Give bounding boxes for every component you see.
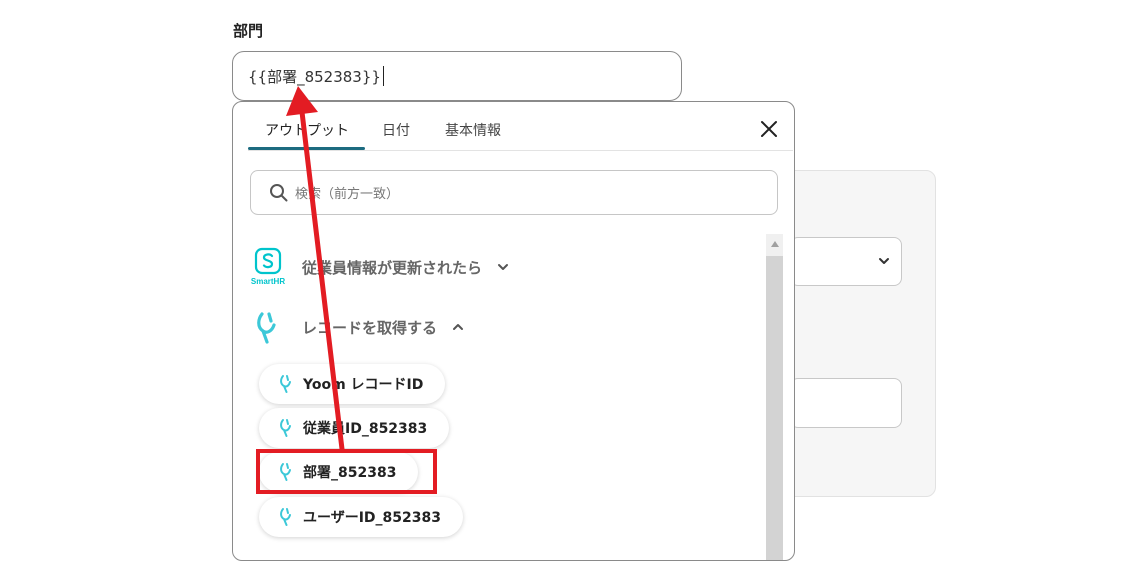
annotation-arrow-icon xyxy=(286,86,345,452)
